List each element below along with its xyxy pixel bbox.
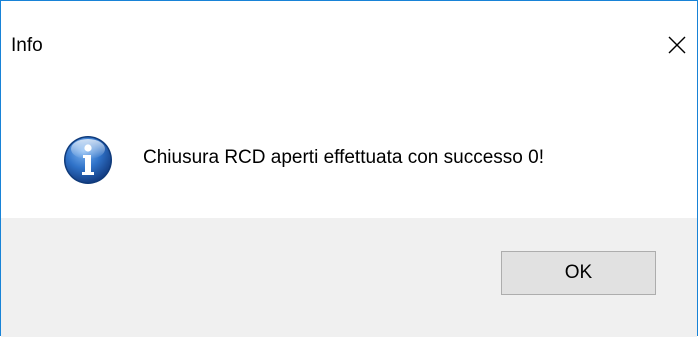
title-bar: Info	[1, 1, 697, 89]
dialog-message: Chiusura RCD aperti effettuata con succe…	[143, 147, 544, 168]
dialog-title: Info	[11, 35, 43, 56]
close-button[interactable]	[657, 23, 697, 67]
dialog-content: Chiusura RCD aperti effettuata con succe…	[1, 89, 697, 218]
close-icon	[668, 36, 686, 54]
message-dialog: Info Chiusura RCD aperti effettuata con …	[0, 0, 698, 337]
info-icon	[64, 136, 112, 184]
ok-button[interactable]: OK	[501, 251, 656, 295]
dialog-footer: OK	[1, 218, 697, 337]
